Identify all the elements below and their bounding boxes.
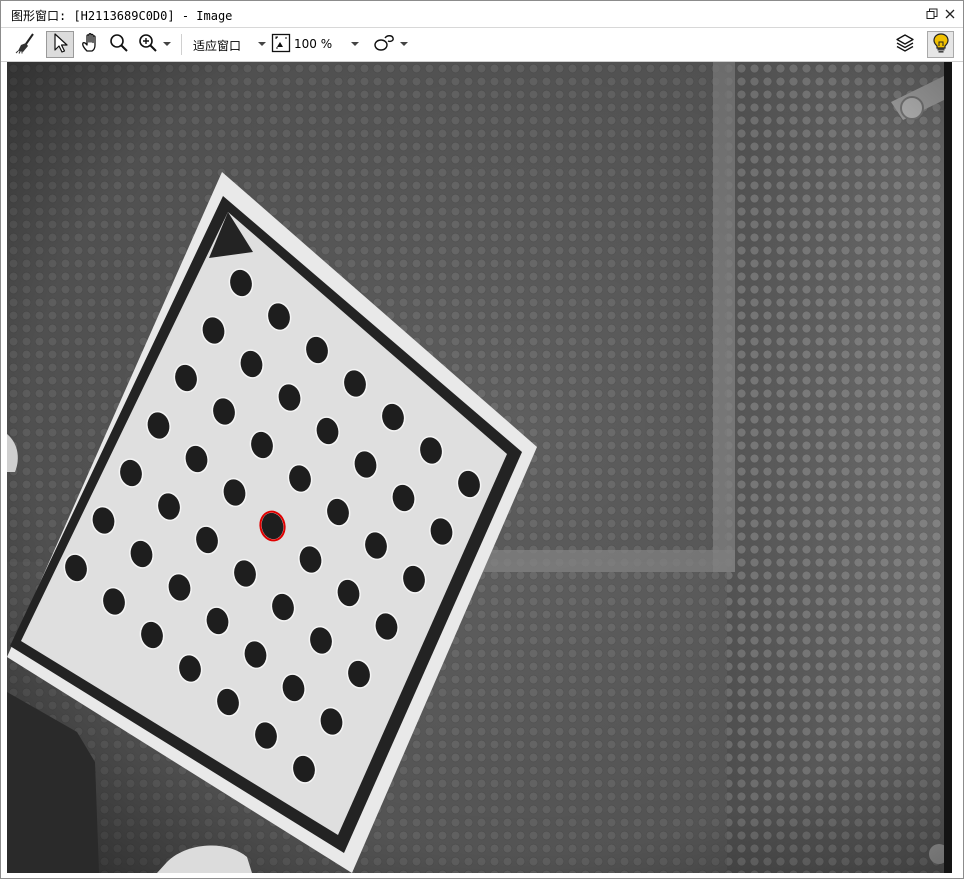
pointer-button[interactable] [46, 31, 74, 58]
zoom-button[interactable] [136, 31, 160, 58]
zoom-dropdown-icon[interactable] [163, 42, 171, 46]
restore-icon[interactable] [923, 5, 941, 23]
toolbar-separator [181, 34, 182, 55]
help-button[interactable] [927, 31, 954, 58]
magnifier-icon [109, 33, 129, 57]
zoom-in-icon [138, 33, 158, 57]
image-canvas[interactable] [7, 62, 944, 873]
zoom-level-dropdown-icon[interactable] [351, 42, 359, 46]
pointer-icon [50, 32, 70, 58]
close-icon[interactable] [941, 5, 959, 23]
layers-icon [895, 33, 915, 57]
pan-button[interactable] [77, 31, 105, 58]
draw-region-button[interactable] [371, 31, 397, 58]
toolbar: 适应窗口 100 % [1, 28, 963, 62]
magnifier-button[interactable] [107, 31, 131, 58]
clear-button[interactable] [13, 31, 39, 58]
zoom-level-label[interactable]: 100 % [294, 37, 332, 51]
title-bar: 图形窗口: [H2113689C0D0] - Image [1, 1, 963, 28]
graphics-window: 图形窗口: [H2113689C0D0] - Image 适应窗口 100 % [0, 0, 964, 879]
canvas-edge [944, 62, 952, 873]
draw-region-dropdown-icon[interactable] [400, 42, 408, 46]
fit-dropdown-icon[interactable] [258, 42, 266, 46]
layers-button[interactable] [892, 31, 918, 58]
window-title: 图形窗口: [H2113689C0D0] - Image [11, 9, 233, 23]
draw-region-icon [372, 33, 396, 57]
hand-icon [80, 32, 102, 58]
fit-window-button[interactable] [270, 31, 292, 58]
lightbulb-icon [931, 32, 951, 58]
camera-image [7, 62, 944, 873]
broom-icon [15, 32, 37, 58]
fit-window-label[interactable]: 适应窗口 [193, 37, 241, 54]
fit-window-icon [271, 33, 291, 57]
